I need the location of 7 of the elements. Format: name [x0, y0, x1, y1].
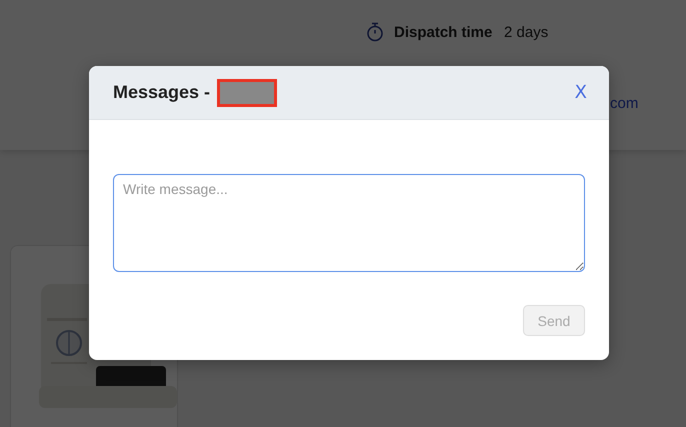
- stopwatch-icon: [366, 22, 384, 42]
- message-field[interactable]: Write message...: [113, 174, 585, 272]
- close-button[interactable]: X: [572, 82, 589, 103]
- website-link[interactable]: com: [610, 95, 638, 112]
- detail-value: 2 days: [504, 24, 548, 40]
- detail-label: Dispatch time: [394, 24, 494, 40]
- dialog-title: Messages -: [113, 82, 212, 103]
